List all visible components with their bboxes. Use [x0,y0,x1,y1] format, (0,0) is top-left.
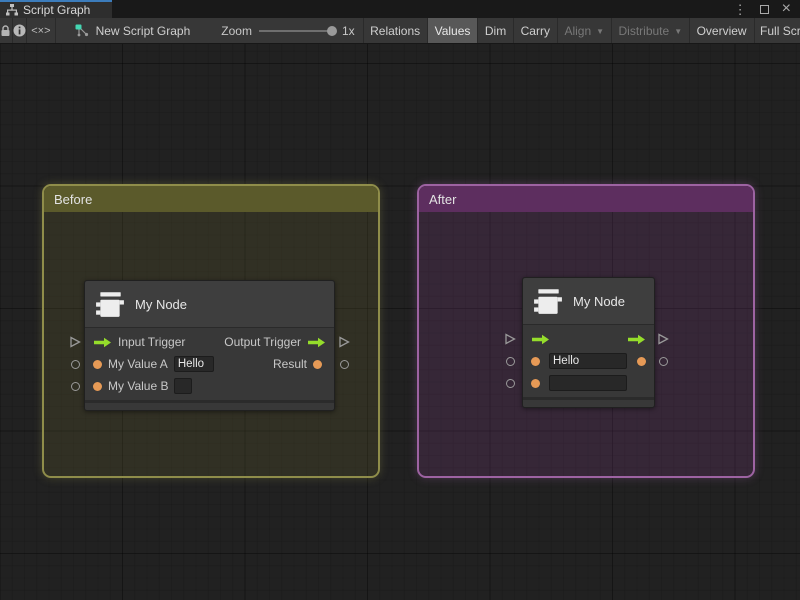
port-label: Output Trigger [224,335,301,349]
zoom-control: Zoom 1x [221,24,354,38]
port-row-value-a: My Value A Result [85,353,334,375]
port-label: Input Trigger [118,335,185,349]
chevron-down-icon: ▼ [674,27,682,36]
port-row-value-b: My Value B [85,375,334,397]
graph-node-icon [75,24,89,37]
zoom-slider-handle[interactable] [327,26,337,36]
group-label: Before [54,192,92,207]
zoom-slider-track [259,30,335,32]
toolbar-button-values[interactable]: Values [428,18,478,43]
zoom-slider[interactable] [259,25,335,37]
node-my-node-after[interactable]: My Node [522,277,655,408]
chevron-down-icon: ▼ [596,27,604,36]
script-graph-icon [6,4,18,16]
node-footer [523,397,654,407]
node-icon [95,289,125,319]
external-value-port-icon[interactable] [657,355,669,367]
value-output-port-icon[interactable] [637,357,646,366]
graph-canvas[interactable]: Before After My Node [0,44,800,600]
tab-strip: Script Graph ⋮ × [0,0,800,18]
node-icon [533,286,563,316]
external-flow-port-icon[interactable] [338,336,350,348]
info-button[interactable] [13,18,27,43]
port-label: My Value B [108,379,168,393]
value-output-port-icon[interactable] [313,360,322,369]
external-value-port-icon[interactable] [504,355,516,367]
align-label: Align [564,24,591,38]
external-value-port-icon[interactable] [69,358,81,370]
value-field-b[interactable] [174,378,192,394]
lock-button[interactable] [0,18,13,43]
toolbar-button-relations[interactable]: Relations [363,18,427,43]
port-row-triggers [523,328,654,350]
value-input-port-icon[interactable] [531,357,540,366]
toolbar-dropdown-align[interactable]: Align ▼ [557,18,611,43]
external-value-port-icon[interactable] [338,358,350,370]
value-input-port-icon[interactable] [531,379,540,388]
kebab-menu-icon[interactable]: ⋮ [734,3,747,16]
group-before-header[interactable]: Before [44,186,378,212]
port-label: Result [273,357,307,371]
value-field-b[interactable] [549,375,627,391]
toolbar-button-fullscreen[interactable]: Full Screen [754,18,800,43]
flow-output-port-icon[interactable] [627,334,646,345]
window-controls: ⋮ × [734,0,800,18]
port-row-value-a [523,350,654,372]
script-graph-window: Script Graph ⋮ × <×> New Script Graph [0,0,800,600]
close-icon[interactable]: × [782,1,791,17]
node-footer [85,400,334,410]
node-ports: Input Trigger Output Trigger My Value A … [85,328,334,400]
node-header[interactable]: My Node [523,278,654,325]
group-label: After [429,192,456,207]
node-title: My Node [135,297,187,312]
node-my-node-before[interactable]: My Node Input Trigger Output Trigger [84,280,335,411]
external-flow-port-icon[interactable] [504,333,516,345]
tab-script-graph[interactable]: Script Graph [0,0,112,18]
toolbar-button-carry[interactable]: Carry [514,18,557,43]
group-after-header[interactable]: After [419,186,753,212]
distribute-label: Distribute [619,24,670,38]
info-icon [13,24,26,37]
toolbar-dropdown-distribute[interactable]: Distribute ▼ [612,18,690,43]
flow-output-port-icon[interactable] [307,337,326,348]
toolbar-button-overview[interactable]: Overview [690,18,754,43]
port-row-value-b [523,372,654,394]
external-flow-port-icon[interactable] [657,333,669,345]
external-flow-port-icon[interactable] [69,336,81,348]
toolbar-button-dim[interactable]: Dim [478,18,513,43]
external-value-port-icon[interactable] [504,377,516,389]
external-value-port-icon[interactable] [69,380,81,392]
node-header[interactable]: My Node [85,281,334,328]
node-title: My Node [573,294,625,309]
zoom-value: 1x [342,24,355,38]
node-ports [523,325,654,397]
new-script-graph-label: New Script Graph [96,24,191,38]
value-field-a[interactable] [549,353,627,369]
port-label: My Value A [108,357,168,371]
value-input-port-icon[interactable] [93,382,102,391]
code-icon: <×> [31,25,50,37]
lock-icon [0,25,11,37]
value-field-a[interactable] [174,356,214,372]
flow-input-port-icon[interactable] [531,334,550,345]
tab-title: Script Graph [23,3,90,17]
maximize-icon[interactable] [760,5,769,14]
flow-input-port-icon[interactable] [93,337,112,348]
code-view-button[interactable]: <×> [27,18,55,43]
port-row-triggers: Input Trigger Output Trigger [85,331,334,353]
value-input-port-icon[interactable] [93,360,102,369]
zoom-label: Zoom [221,24,252,38]
new-script-graph-button[interactable]: New Script Graph [68,18,198,43]
toolbar: <×> New Script Graph Zoom 1x Relations V… [0,18,800,44]
